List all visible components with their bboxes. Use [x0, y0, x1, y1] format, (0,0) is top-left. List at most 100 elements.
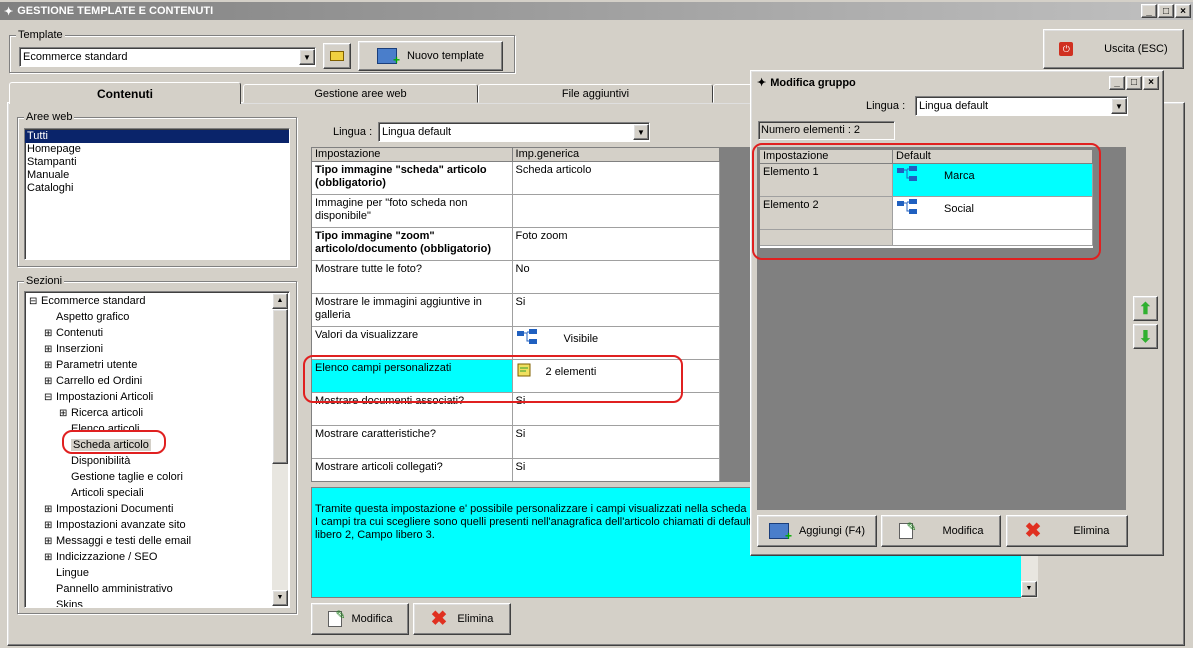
- exit-button[interactable]: ⏻ Uscita (ESC): [1043, 29, 1184, 69]
- list-item[interactable]: Manuale: [25, 169, 289, 182]
- scroll-down-button[interactable]: ▼: [1021, 581, 1037, 597]
- cell-value[interactable]: Si: [512, 294, 720, 327]
- scroll-down-button[interactable]: ▼: [272, 590, 288, 606]
- table-row[interactable]: Mostrare le immagini aggiuntive in galle…: [312, 294, 720, 327]
- tab-extra[interactable]: [713, 84, 753, 103]
- tree-item[interactable]: Skins: [25, 597, 289, 607]
- tree-item-label: Impostazioni avanzate sito: [56, 519, 186, 531]
- dialog-lingua-select[interactable]: Lingua default ▼: [915, 96, 1128, 116]
- aggiungi-button[interactable]: + Aggiungi (F4): [757, 515, 877, 547]
- tree-item-label: Messaggi e testi delle email: [56, 535, 192, 547]
- close-button[interactable]: ×: [1175, 4, 1191, 18]
- tree-item[interactable]: ⊞ Impostazioni avanzate sito: [25, 517, 289, 533]
- tree-item[interactable]: Articoli speciali: [25, 485, 289, 501]
- chevron-down-icon[interactable]: ▼: [633, 124, 649, 140]
- list-item[interactable]: Stampanti: [25, 156, 289, 169]
- tree-item[interactable]: Disponibilità: [25, 453, 289, 469]
- window-title: GESTIONE TEMPLATE E CONTENUTI: [17, 5, 214, 17]
- tree-item-label: Disponibilità: [71, 455, 131, 467]
- col-header-impostazione[interactable]: Impostazione: [312, 148, 513, 162]
- dialog-minimize-button[interactable]: _: [1109, 75, 1125, 90]
- table-row[interactable]: Mostrare tutte le foto? No: [312, 261, 720, 294]
- expander-icon[interactable]: ⊟: [29, 294, 41, 310]
- table-row[interactable]: Mostrare caratteristiche? Si: [312, 426, 720, 459]
- dialog-modifica-button[interactable]: ✎ Modifica: [881, 515, 1001, 547]
- cell-impostazione[interactable]: Mostrare articoli collegati?: [312, 459, 513, 481]
- cell-value[interactable]: No: [512, 261, 720, 294]
- cell-value-text: No: [515, 263, 530, 275]
- folder-button[interactable]: [323, 43, 351, 69]
- table-row[interactable]: Mostrare articoli collegati? Si: [312, 459, 720, 481]
- dialog-close-button[interactable]: ×: [1143, 75, 1159, 90]
- tree-item[interactable]: ⊞ Inserzioni: [25, 341, 289, 357]
- table-row[interactable]: Tipo immagine "zoom" articolo/documento …: [312, 228, 720, 261]
- dialog-elimina-button[interactable]: ✖ Elimina: [1006, 515, 1128, 547]
- expander-icon[interactable]: ⊞: [44, 326, 56, 342]
- expander-icon[interactable]: ⊞: [44, 550, 56, 566]
- list-item[interactable]: Homepage: [25, 143, 289, 156]
- cell-impostazione[interactable]: Mostrare tutte le foto?: [312, 261, 513, 294]
- tree-item[interactable]: ⊞ Impostazioni Documenti: [25, 501, 289, 517]
- cell-value-text: Scheda articolo: [515, 164, 592, 176]
- expander-icon[interactable]: ⊞: [59, 406, 71, 422]
- expander-icon[interactable]: ⊞: [44, 342, 56, 358]
- tree-item[interactable]: ⊞ Indicizzazione / SEO: [25, 549, 289, 565]
- new-template-button[interactable]: + Nuovo template: [358, 41, 503, 71]
- tree-item[interactable]: Pannello amministrativo: [25, 581, 289, 597]
- tree-item[interactable]: ⊞ Messaggi e testi delle email: [25, 533, 289, 549]
- maximize-button[interactable]: □: [1158, 4, 1174, 18]
- template-select[interactable]: Ecommerce standard ▼: [19, 47, 316, 67]
- tree-item[interactable]: Lingue: [25, 565, 289, 581]
- list-item[interactable]: Tutti: [25, 130, 289, 143]
- cell-impostazione[interactable]: Mostrare caratteristiche?: [312, 426, 513, 459]
- table-row[interactable]: Immagine per "foto scheda non disponibil…: [312, 195, 720, 228]
- lingua-select[interactable]: Lingua default ▼: [378, 122, 650, 142]
- tab-gestione-aree-web[interactable]: Gestione aree web: [243, 84, 478, 103]
- tab-file-aggiuntivi[interactable]: File aggiuntivi: [478, 84, 713, 103]
- app-icon: ✦: [4, 5, 14, 18]
- col-header-imp-generica[interactable]: Imp.generica: [512, 148, 720, 162]
- expander-icon[interactable]: ⊞: [44, 374, 56, 390]
- tree-item[interactable]: ⊞ Ricerca articoli: [25, 405, 289, 421]
- tree-item[interactable]: ⊞ Parametri utente: [25, 357, 289, 373]
- chevron-down-icon[interactable]: ▼: [1111, 98, 1127, 114]
- cell-impostazione[interactable]: Tipo immagine "scheda" articolo (obbliga…: [312, 162, 513, 195]
- minimize-button[interactable]: _: [1141, 4, 1157, 18]
- cell-impostazione[interactable]: Tipo immagine "zoom" articolo/documento …: [312, 228, 513, 261]
- expander-icon[interactable]: ⊞: [44, 534, 56, 550]
- aree-web-list[interactable]: Tutti Homepage Stampanti Manuale Catalog…: [24, 128, 290, 260]
- elimina-button[interactable]: ✖ Elimina: [413, 603, 511, 635]
- expander-icon[interactable]: ⊞: [44, 358, 56, 374]
- dialog-maximize-button[interactable]: □: [1126, 75, 1142, 90]
- modifica-button[interactable]: ✎ Modifica: [311, 603, 409, 635]
- tree-item[interactable]: Gestione taglie e colori: [25, 469, 289, 485]
- cell-value[interactable]: Si: [513, 459, 720, 481]
- cell-value-text: Foto zoom: [515, 230, 568, 242]
- cell-value[interactable]: Scheda articolo: [512, 162, 720, 195]
- table-row[interactable]: Tipo immagine "scheda" articolo (obbliga…: [312, 162, 720, 195]
- list-item[interactable]: Cataloghi: [25, 182, 289, 195]
- tree-item[interactable]: Aspetto grafico: [25, 309, 289, 325]
- tree-item[interactable]: ⊟ Impostazioni Articoli: [25, 389, 289, 405]
- elimina-label: Elimina: [457, 613, 494, 625]
- scroll-thumb[interactable]: [272, 309, 288, 464]
- tab-contenuti[interactable]: Contenuti: [9, 82, 241, 104]
- cell-impostazione[interactable]: Immagine per "foto scheda non disponibil…: [312, 195, 513, 228]
- tree-item[interactable]: ⊟ Ecommerce standard: [25, 293, 289, 309]
- cell-impostazione[interactable]: Mostrare le immagini aggiuntive in galle…: [312, 294, 513, 327]
- cell-value[interactable]: Foto zoom: [512, 228, 720, 261]
- settings-grid[interactable]: Impostazione Imp.generica Tipo immagine …: [311, 147, 721, 482]
- tree-item[interactable]: ⊞ Contenuti: [25, 325, 289, 341]
- scroll-up-button[interactable]: ▲: [272, 293, 288, 309]
- cell-value[interactable]: [512, 195, 720, 228]
- expander-icon[interactable]: ⊞: [44, 502, 56, 518]
- tree-item[interactable]: ⊞ Carrello ed Ordini: [25, 373, 289, 389]
- cell-value[interactable]: Si: [512, 426, 720, 459]
- annotation-scheda-articolo: [62, 430, 166, 454]
- expander-icon[interactable]: ⊟: [44, 390, 56, 406]
- chevron-down-icon[interactable]: ▼: [299, 49, 315, 65]
- tree-scrollbar[interactable]: ▲ ▼: [272, 293, 288, 606]
- expander-icon[interactable]: ⊞: [44, 518, 56, 534]
- move-up-button[interactable]: ⬆: [1133, 296, 1158, 321]
- move-down-button[interactable]: ⬇: [1133, 324, 1158, 349]
